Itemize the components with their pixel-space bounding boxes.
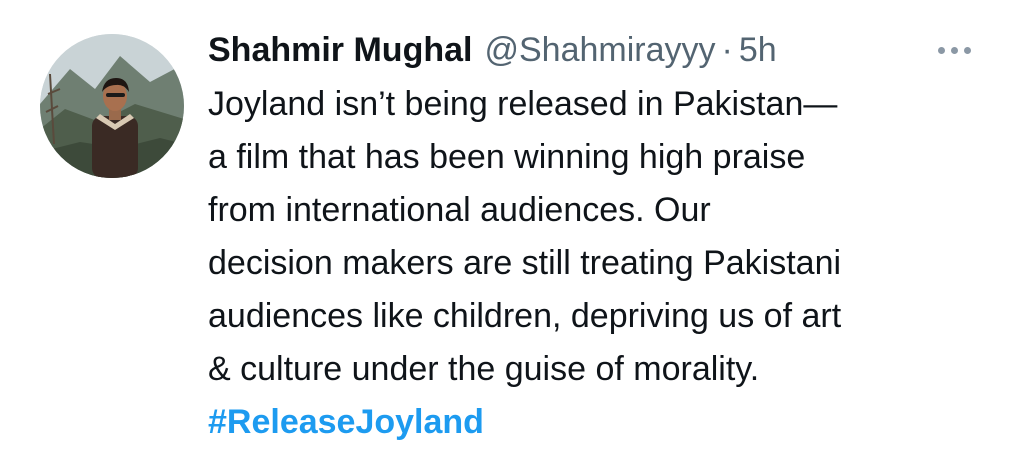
tweet-text-line: a film that has been winning high praise xyxy=(208,138,806,176)
tweet-header: Shahmir Mughal @Shahmirayyy · 5h xyxy=(208,24,777,76)
tweet-text: Joyland isn’t being released in Pakistan… xyxy=(208,78,1008,449)
tweet-text-line: decision makers are still treating Pakis… xyxy=(208,244,842,282)
more-horizontal-icon xyxy=(963,46,971,54)
more-horizontal-icon xyxy=(937,46,945,54)
tweet-text-line: from international audiences. Our xyxy=(208,191,711,229)
separator-dot: · xyxy=(721,31,733,69)
tweet-timestamp[interactable]: 5h xyxy=(739,24,777,76)
tweet-text-line: & culture under the guise of morality. xyxy=(208,350,760,388)
more-options-button[interactable] xyxy=(926,36,982,64)
author-handle[interactable]: @Shahmirayyy xyxy=(484,24,715,76)
avatar-photo xyxy=(40,34,184,178)
hashtag-link[interactable]: #ReleaseJoyland xyxy=(208,396,1008,449)
tweet-text-line: Joyland isn’t being released in Pakistan… xyxy=(208,85,838,123)
more-horizontal-icon xyxy=(950,46,958,54)
tweet-text-line: audiences like children, depriving us of… xyxy=(208,297,842,335)
avatar[interactable] xyxy=(40,34,184,178)
tweet-card[interactable]: Shahmir Mughal @Shahmirayyy · 5h Joyland… xyxy=(0,0,1024,449)
author-display-name[interactable]: Shahmir Mughal xyxy=(208,24,472,76)
